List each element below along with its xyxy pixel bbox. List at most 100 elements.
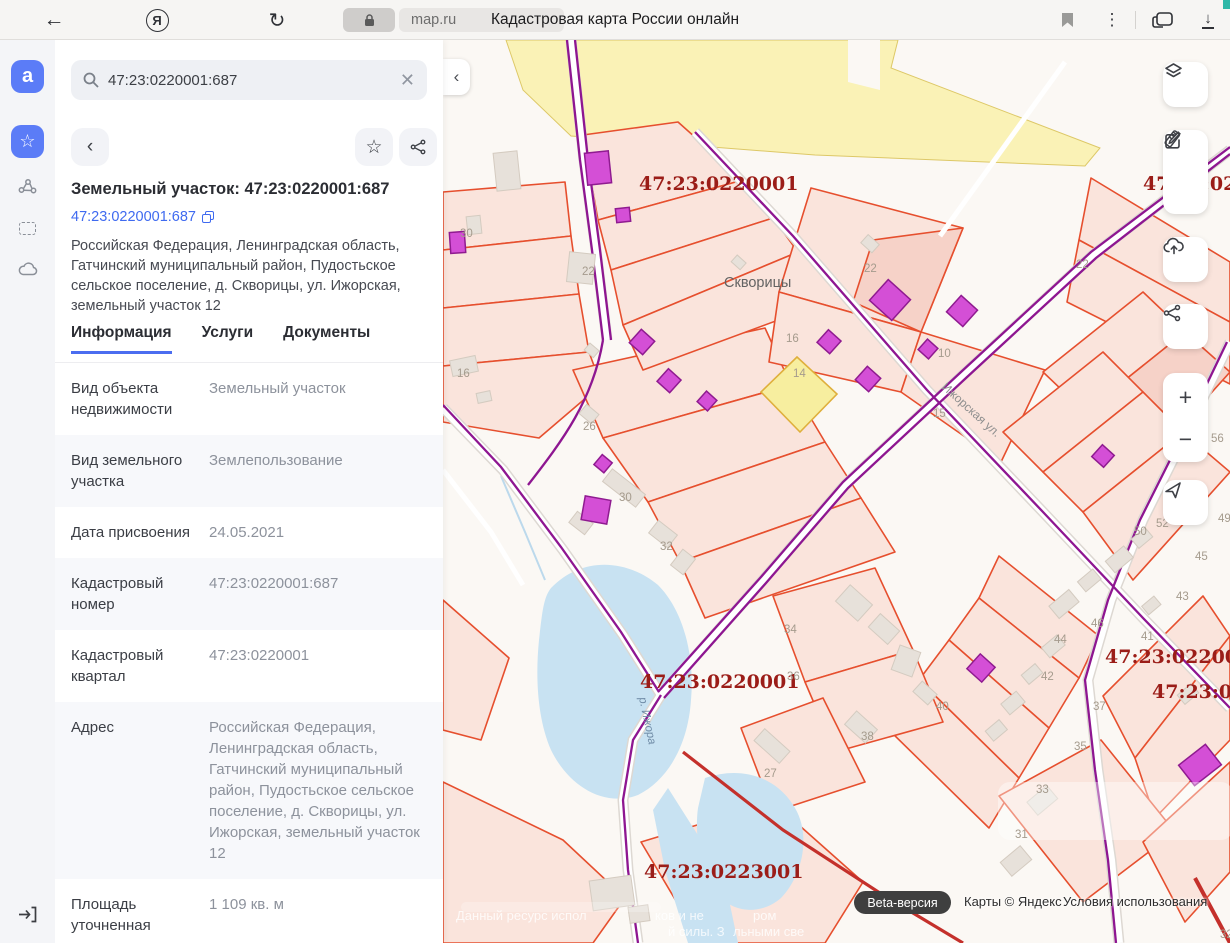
info-row: Площадь уточненная1 109 кв. м <box>55 879 443 943</box>
zoom-in-button[interactable]: + <box>1163 376 1208 418</box>
maps-copyright-link[interactable]: Карты © Яндекс <box>964 894 1062 909</box>
selection-box-icon <box>19 222 36 235</box>
upload-button[interactable] <box>1163 237 1208 282</box>
info-row: Вид земельного участкаЗемлепользование <box>55 435 443 507</box>
downloads-button[interactable]: ↓ <box>1192 0 1224 40</box>
parcel-info-table: Вид объекта недвижимостиЗемельный участо… <box>55 363 443 943</box>
map-disclaimer-text: й силы. З <box>668 924 725 939</box>
share-nodes-icon <box>18 178 37 195</box>
lot-number-label: 37 <box>1093 701 1106 713</box>
app-logo[interactable]: a <box>11 60 44 93</box>
lot-number-label: 42 <box>1041 671 1054 683</box>
cadastral-number-link[interactable]: 47:23:0220001:687 <box>71 209 214 225</box>
tab-information[interactable]: Информация <box>71 324 172 354</box>
cadastral-quarter-label: 47:23:022000 <box>1105 646 1230 668</box>
sidebar-logout-button[interactable] <box>11 898 44 931</box>
parcel-info-panel: ✕ ‹ ☆ Земельный участок: 47:23:0220001:6… <box>55 40 443 943</box>
layers-icon <box>1163 62 1184 81</box>
info-row-label: Кадастровый квартал <box>71 645 193 687</box>
lot-number-label: 22 <box>582 266 595 278</box>
lot-number-label: 38 <box>861 731 874 743</box>
exit-icon <box>18 906 37 923</box>
lot-number-label: 22 <box>864 263 877 275</box>
bookmark-icon[interactable] <box>1052 0 1082 40</box>
parcel-address: Российская Федерация, Ленинградская обла… <box>71 236 421 316</box>
browser-toolbar: ← Я ↻ map.ru Кадастровая карта России он… <box>0 0 1230 40</box>
lot-number-label: 22 <box>1076 259 1089 271</box>
app-sidebar: a ☆ <box>0 40 55 943</box>
tab-services[interactable]: Услуги <box>202 324 254 354</box>
search-input[interactable] <box>108 72 400 89</box>
zoom-controls: + − <box>1163 373 1208 462</box>
lot-number-label: 14 <box>793 368 806 380</box>
share-button[interactable] <box>399 128 437 166</box>
tabs-panel-button[interactable] <box>1146 0 1180 40</box>
lot-number-label: 15 <box>933 408 946 420</box>
copy-icon[interactable] <box>202 211 214 223</box>
terms-of-use-link[interactable]: Условия использования <box>1063 894 1207 909</box>
lot-number-label: 34 <box>784 624 797 636</box>
info-row-value: Землепользование <box>193 450 427 492</box>
layers-button[interactable] <box>1163 62 1208 107</box>
map-disclaimer-text: Данный ресурс испол <box>456 908 587 923</box>
lot-number-label: 44 <box>1054 634 1067 646</box>
info-row: Дата присвоения24.05.2021 <box>55 507 443 558</box>
lot-number-label: 49 <box>1218 513 1230 525</box>
lot-number-label: 10 <box>938 348 951 360</box>
search-icon <box>83 72 99 88</box>
geolocation-button[interactable] <box>1163 480 1208 525</box>
lot-number-label: 30 <box>460 228 473 240</box>
info-row: Вид объекта недвижимостиЗемельный участо… <box>55 363 443 435</box>
sidebar-item-favorites[interactable]: ☆ <box>11 125 44 158</box>
lot-number-label: 16 <box>457 368 470 380</box>
lot-number-label: 32 <box>660 541 673 553</box>
info-row: Кадастровый номер47:23:0220001:687 <box>55 558 443 630</box>
info-row-value: 1 109 кв. м <box>193 894 427 936</box>
map-disclaimer-text: ков и не <box>655 908 704 923</box>
info-row-label: Площадь уточненная <box>71 894 193 936</box>
sidebar-item-area-select[interactable] <box>11 212 44 245</box>
panel-collapse-button[interactable]: ‹ <box>443 59 470 95</box>
panel-tabs: Информация Услуги Документы <box>71 324 427 354</box>
info-row-value: Земельный участок <box>193 378 427 420</box>
lot-number-label: 40 <box>936 701 949 713</box>
map-tools-group <box>1163 130 1208 214</box>
cadastral-map[interactable]: 47:23:0220001 47:23:0220001 47:23:0223001 4… <box>443 40 1230 943</box>
lot-number-label: 30 <box>619 492 632 504</box>
cadastral-quarter-label: 47:23:0220001 <box>639 173 798 195</box>
sidebar-item-share[interactable] <box>11 170 44 203</box>
info-row: Кадастровый квартал47:23:0220001 <box>55 630 443 702</box>
panel-back-button[interactable]: ‹ <box>71 128 109 166</box>
browser-menu-button[interactable]: ⋮ <box>1100 0 1124 40</box>
cloud-upload-icon <box>1163 237 1185 256</box>
zoom-out-button[interactable]: − <box>1163 418 1208 460</box>
tab-documents[interactable]: Документы <box>283 324 370 354</box>
lot-number-label: 43 <box>1176 591 1189 603</box>
lot-number-label: 26 <box>583 421 596 433</box>
map-canvas[interactable]: 47:23:0220001 47:23:0220001 47:23:0223001 4… <box>443 40 1230 943</box>
cadastral-quarter-label: 47:23:0220001 <box>640 671 799 693</box>
cadastral-quarter-label: 47:23:0223001 <box>644 861 803 883</box>
favorite-button[interactable]: ☆ <box>355 128 393 166</box>
panel-header-actions: ‹ ☆ <box>71 128 427 166</box>
window-corner-accent <box>1223 0 1230 9</box>
lot-number-label: 56 <box>1211 433 1224 445</box>
lot-number-label: 35 <box>1074 741 1087 753</box>
lot-number-label: 41 <box>1141 631 1154 643</box>
beta-badge: Beta-версия <box>854 891 951 914</box>
lot-number-label: 50 <box>1134 526 1147 538</box>
sidebar-item-cloud[interactable] <box>11 252 44 285</box>
page-title: Кадастровая карта России онлайн <box>0 0 1230 40</box>
draw-button[interactable] <box>1163 172 1208 214</box>
share-icon <box>1163 304 1182 322</box>
clear-search-icon[interactable]: ✕ <box>400 70 415 91</box>
lot-number-label: 45 <box>1195 551 1208 563</box>
search-bar[interactable]: ✕ <box>71 60 427 100</box>
info-row-label: Вид объекта недвижимости <box>71 378 193 420</box>
navigation-arrow-icon <box>1163 480 1183 500</box>
lot-number-label: 33 <box>1036 784 1049 796</box>
info-row-label: Адрес <box>71 717 193 864</box>
info-row-value: Российская Федерация, Ленинградская обла… <box>193 717 427 864</box>
map-share-button[interactable] <box>1163 304 1208 349</box>
share-icon <box>410 139 427 155</box>
